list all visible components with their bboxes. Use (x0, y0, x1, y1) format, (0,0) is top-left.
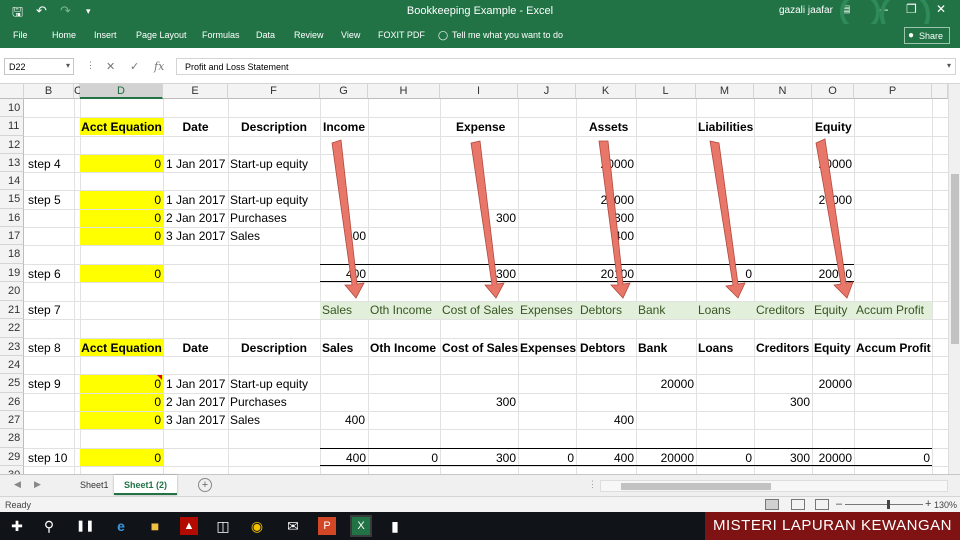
user-name[interactable]: gazali jaafar (779, 5, 833, 16)
tab-insert[interactable]: Insert (94, 30, 117, 40)
tab-foxit-pdf[interactable]: FOXIT PDF (378, 30, 425, 40)
arrow-assets-to-debtors (598, 140, 631, 299)
share-button[interactable]: ● Share (904, 27, 950, 44)
horizontal-scrollbar[interactable] (600, 480, 948, 492)
arrow-equity-to-equity (815, 138, 854, 299)
tab-view[interactable]: View (341, 30, 360, 40)
formula-bar: D22 ▾ ⋮ ✕ ✓ fx Profit and Loss Statement… (0, 48, 960, 84)
zoom-slider[interactable] (845, 500, 923, 509)
name-box-value: D22 (9, 62, 26, 72)
powerpoint-icon[interactable]: P (318, 517, 336, 535)
horizontal-scroll-thumb[interactable] (621, 483, 771, 490)
share-label: Share (919, 31, 944, 41)
tab-review[interactable]: Review (294, 30, 324, 40)
mail-icon[interactable]: ✉ (284, 517, 302, 535)
formula-content: Profit and Loss Statement (185, 62, 289, 72)
more-icon: ⋮ (86, 60, 95, 70)
windows-start-icon[interactable]: ✚ (8, 517, 26, 535)
acrobat-icon[interactable]: ▲ (180, 517, 198, 535)
formula-input[interactable]: Profit and Loss Statement ▾ (176, 58, 956, 75)
lightbulb-icon: ◯ (438, 30, 449, 40)
chrome-icon[interactable]: ◉ (248, 517, 266, 535)
file-explorer-icon[interactable]: ■ (146, 517, 164, 535)
mapping-arrows (331, 138, 854, 299)
zoom-level[interactable]: 130% (934, 500, 957, 510)
sheet-tab-sheet1[interactable]: Sheet1 (70, 475, 119, 495)
sheet-tab-bar: ◀ ▶ Sheet1 Sheet1 (2) + ⋮ (0, 474, 960, 496)
page-break-view-icon[interactable] (815, 499, 829, 510)
name-box[interactable]: D22 ▾ (4, 58, 74, 75)
chevron-down-icon[interactable]: ▾ (66, 61, 70, 70)
sheet-prev-icon[interactable]: ◀ (14, 479, 21, 490)
title-banner: MISTERI LAPURAN KEWANGAN (705, 512, 960, 540)
tab-data[interactable]: Data (256, 30, 275, 40)
tab-home[interactable]: Home (52, 30, 76, 40)
vertical-scroll-thumb[interactable] (951, 174, 959, 344)
arrow-income-to-sales (331, 139, 365, 299)
tell-me-box[interactable]: Tell me what you want to do (452, 30, 563, 40)
arrow-expense-to-cost-of-sales (470, 140, 505, 299)
page-layout-view-icon[interactable] (791, 499, 805, 510)
normal-view-icon[interactable] (765, 499, 779, 510)
sheet-next-icon[interactable]: ▶ (34, 479, 41, 490)
close-icon[interactable]: ✕ (936, 2, 946, 16)
cancel-entry-icon[interactable]: ✕ (106, 60, 115, 73)
ribbon-tabs: File Home Insert Page Layout Formulas Da… (0, 24, 960, 48)
worksheet-grid[interactable]: B C D E F G H I J K L M N O P 10 11 12 1… (0, 84, 948, 474)
add-sheet-icon[interactable]: + (198, 478, 212, 492)
chevron-down-icon[interactable]: ▾ (947, 61, 951, 70)
zoom-knob[interactable] (887, 500, 890, 509)
tab-file[interactable]: File (13, 30, 28, 40)
tab-page-layout[interactable]: Page Layout (136, 30, 187, 40)
sheet-tab-sheet1-2[interactable]: Sheet1 (2) (114, 475, 178, 495)
video-editor-icon[interactable]: ▮ (386, 517, 404, 535)
zoom-out-icon[interactable]: – (836, 498, 842, 510)
vertical-scrollbar[interactable] (948, 84, 960, 474)
excel-icon[interactable]: X (350, 515, 372, 537)
store-icon[interactable]: ◫ (214, 517, 232, 535)
task-view-icon[interactable]: ❚❚ (76, 517, 94, 535)
edge-icon[interactable]: e (112, 517, 130, 535)
status-bar: Ready – + 130% (0, 496, 960, 512)
arrow-liabilities-to-loans (709, 140, 746, 299)
status-ready: Ready (5, 500, 32, 510)
tab-split-icon[interactable]: ⋮ (588, 479, 597, 490)
person-icon: ● (908, 30, 915, 41)
search-icon[interactable]: ⚲ (40, 517, 58, 535)
tab-formulas[interactable]: Formulas (202, 30, 240, 40)
insert-function-icon[interactable]: fx (154, 60, 164, 73)
confirm-entry-icon[interactable]: ✓ (130, 60, 139, 73)
zoom-in-icon[interactable]: + (925, 498, 931, 510)
title-bar: 🖫 ↶ ↷ ▾ Bookkeeping Example - Excel gaza… (0, 0, 960, 24)
